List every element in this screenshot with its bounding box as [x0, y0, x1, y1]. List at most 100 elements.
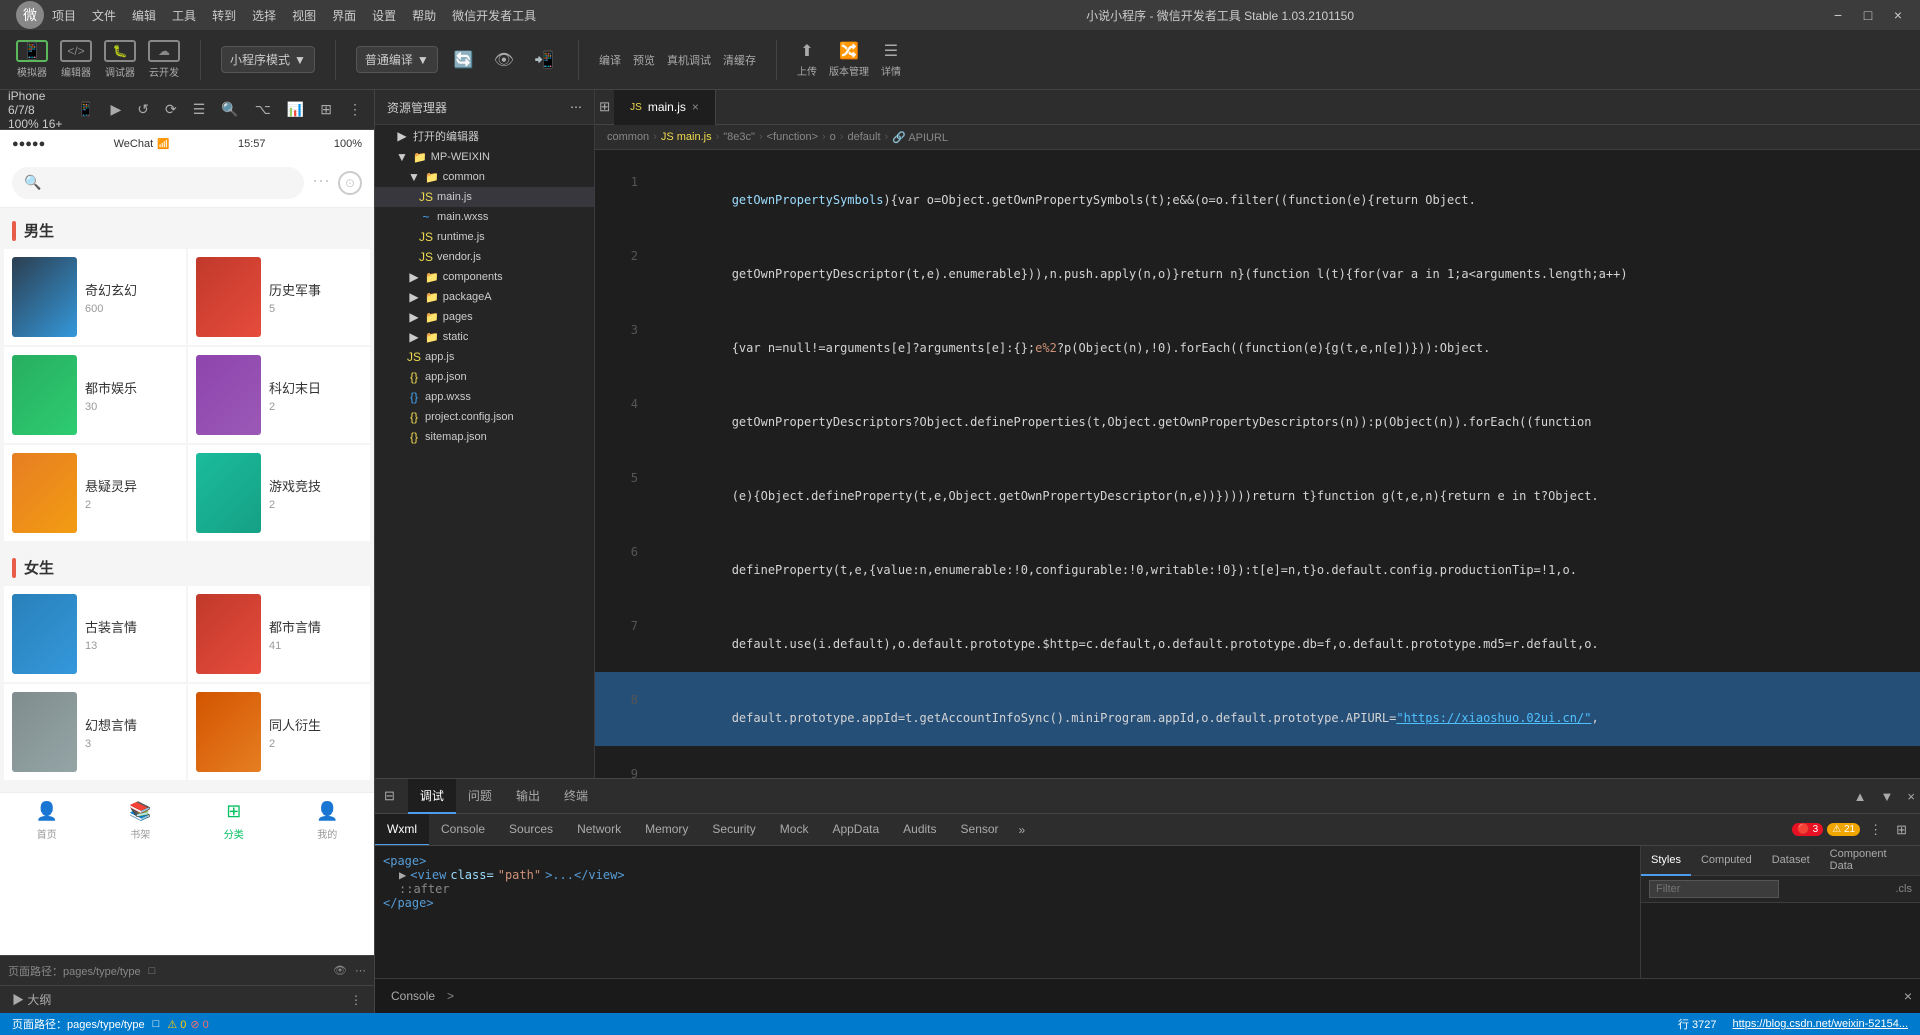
book-item-mystery[interactable]: 悬疑灵异 2 — [4, 445, 186, 541]
subtab-more[interactable]: » — [1011, 823, 1034, 837]
sim-list-icon[interactable]: ☰ — [189, 97, 210, 122]
detail-button[interactable]: ☰ 详情 — [881, 41, 901, 78]
nav-home[interactable]: 👤 首页 — [0, 793, 94, 847]
tree-app-json[interactable]: {} app.json — [375, 367, 594, 387]
file-tree-more[interactable]: ⋯ — [570, 100, 582, 114]
outline-more[interactable]: ⋮ — [350, 993, 362, 1007]
menu-goto[interactable]: 转到 — [212, 7, 236, 24]
subtab-expand-btn[interactable]: ⊞ — [1891, 819, 1912, 841]
subtab-sources[interactable]: Sources — [497, 814, 565, 846]
outline-toggle[interactable]: ▶ 大纲 — [12, 991, 51, 1008]
tree-main-js[interactable]: JS main.js — [375, 187, 594, 207]
book-item-derivative[interactable]: 同人衍生 2 — [188, 684, 370, 780]
breadcrumb-item-4[interactable]: o — [830, 131, 836, 143]
refresh-button[interactable]: 🔄 — [450, 46, 478, 74]
sim-chart-icon[interactable]: 📊 — [283, 97, 308, 122]
devtools-up-icon[interactable]: ▲ — [1849, 786, 1872, 807]
subtab-memory[interactable]: Memory — [633, 814, 700, 846]
console-close-button[interactable]: × — [1904, 988, 1912, 1004]
devtools-close-icon[interactable]: × — [1902, 786, 1920, 807]
tree-project-config[interactable]: {} project.config.json — [375, 407, 594, 427]
book-item-scifi[interactable]: 科幻末日 2 — [188, 347, 370, 443]
sim-refresh-icon[interactable]: ↺ — [133, 97, 153, 122]
tree-components[interactable]: ▶ 📁 components — [375, 267, 594, 287]
device-avatar-icon[interactable]: ⊙ — [338, 171, 362, 195]
subtab-mock[interactable]: Mock — [768, 814, 821, 846]
subtab-appdata[interactable]: AppData — [820, 814, 891, 846]
menu-select[interactable]: 选择 — [252, 7, 276, 24]
sim-code-icon[interactable]: ⌥ — [251, 97, 275, 122]
tree-packageA[interactable]: ▶ 📁 packageA — [375, 287, 594, 307]
breadcrumb-item-6[interactable]: 🔗 APIURL — [892, 131, 948, 144]
rp-tab-styles[interactable]: Styles — [1641, 846, 1691, 876]
eye-icon[interactable]: 👁 — [333, 964, 347, 977]
version-button[interactable]: 🔀 版本管理 — [829, 41, 869, 78]
subtab-console[interactable]: Console — [429, 814, 497, 846]
menu-settings[interactable]: 设置 — [372, 7, 396, 24]
nav-mine[interactable]: 👤 我的 — [281, 793, 375, 847]
device-menu-icon[interactable]: ⋯ — [312, 171, 330, 195]
apiurl-link[interactable]: "https://xiaoshuo.02ui.cn/" — [1396, 711, 1591, 725]
sim-phone-icon[interactable]: 📱 — [73, 97, 98, 122]
tab-debug[interactable]: 调试 — [408, 779, 456, 814]
book-item-urban[interactable]: 都市娱乐 30 — [4, 347, 186, 443]
sim-play-icon[interactable]: ▶ — [106, 97, 125, 122]
editor-button[interactable]: </> 编辑器 — [60, 40, 92, 79]
subtab-network[interactable]: Network — [565, 814, 633, 846]
tab-output[interactable]: 输出 — [504, 779, 552, 814]
book-item-game[interactable]: 游戏竞技 2 — [188, 445, 370, 541]
menu-edit[interactable]: 编辑 — [132, 7, 156, 24]
subtab-audits[interactable]: Audits — [891, 814, 948, 846]
nav-bookshelf[interactable]: 📚 书架 — [94, 793, 188, 847]
tab-main-js[interactable]: JS main.js × — [614, 90, 716, 125]
realtest-button[interactable]: 📲 — [530, 46, 558, 74]
menu-help[interactable]: 帮助 — [412, 7, 436, 24]
tree-open-editors[interactable]: ▶ 打开的编辑器 — [375, 125, 594, 147]
filter-input[interactable] — [1649, 880, 1779, 898]
simulator-button[interactable]: 📱 模拟器 — [16, 40, 48, 79]
devtools-down-icon[interactable]: ▼ — [1876, 786, 1899, 807]
preview-icon-button[interactable]: 👁 — [490, 46, 518, 74]
tree-static[interactable]: ▶ 📁 static — [375, 327, 594, 347]
breadcrumb-item-0[interactable]: common — [607, 131, 649, 143]
xml-view-toggle[interactable]: ▶ — [399, 868, 406, 882]
menu-file[interactable]: 文件 — [92, 7, 116, 24]
book-item-fantasy[interactable]: 奇幻玄幻 600 — [4, 249, 186, 345]
device-search[interactable]: 🔍 — [12, 167, 304, 199]
breadcrumb-item-5[interactable]: default — [847, 131, 880, 143]
tab-terminal[interactable]: 终端 — [552, 779, 600, 814]
book-item-ancient-romance[interactable]: 古装言情 13 — [4, 586, 186, 682]
tree-app-js[interactable]: JS app.js — [375, 347, 594, 367]
status-url[interactable]: https://blog.csdn.net/weixin-52154... — [1733, 1018, 1909, 1030]
upload-button[interactable]: ⬆ 上传 — [797, 41, 817, 78]
rp-tab-computed[interactable]: Computed — [1691, 846, 1762, 876]
tree-vendor-js[interactable]: JS vendor.js — [375, 247, 594, 267]
subtab-sensor[interactable]: Sensor — [949, 814, 1011, 846]
menu-interface[interactable]: 界面 — [332, 7, 356, 24]
sim-more-icon[interactable]: ⋮ — [344, 97, 366, 122]
menu-tools[interactable]: 工具 — [172, 7, 196, 24]
close-button[interactable]: × — [1884, 1, 1912, 29]
tree-runtime-js[interactable]: JS runtime.js — [375, 227, 594, 247]
cloud-button[interactable]: ☁ 云开发 — [148, 40, 180, 79]
debugger-button[interactable]: 🐛 调试器 — [104, 40, 136, 79]
book-item-history[interactable]: 历史军事 5 — [188, 249, 370, 345]
editor-toolbar-btn[interactable]: ⊞ — [599, 99, 610, 115]
menu-project[interactable]: 项目 — [52, 7, 76, 24]
tree-app-wxss[interactable]: {} app.wxss — [375, 387, 594, 407]
subtab-wxml[interactable]: Wxml — [375, 814, 429, 846]
breadcrumb-item-1[interactable]: JS main.js — [661, 131, 712, 143]
more-icon[interactable]: ⋯ — [355, 964, 366, 977]
maximize-button[interactable]: □ — [1854, 1, 1882, 29]
menu-wechat-tools[interactable]: 微信开发者工具 — [452, 7, 536, 24]
sim-search-icon[interactable]: 🔍 — [217, 97, 242, 122]
breadcrumb-item-3[interactable]: <function> — [767, 131, 818, 143]
compile-dropdown[interactable]: 普通编译 ▼ — [356, 46, 438, 73]
rp-tab-component-data[interactable]: Component Data — [1820, 846, 1920, 876]
sim-rotate-icon[interactable]: ⟳ — [161, 97, 181, 122]
tree-main-wxss[interactable]: ~ main.wxss — [375, 207, 594, 227]
subtab-more-btn[interactable]: ⋮ — [1864, 819, 1887, 841]
tree-pages[interactable]: ▶ 📁 pages — [375, 307, 594, 327]
tree-sitemap[interactable]: {} sitemap.json — [375, 427, 594, 447]
mode-dropdown[interactable]: 小程序模式 ▼ — [221, 46, 315, 73]
